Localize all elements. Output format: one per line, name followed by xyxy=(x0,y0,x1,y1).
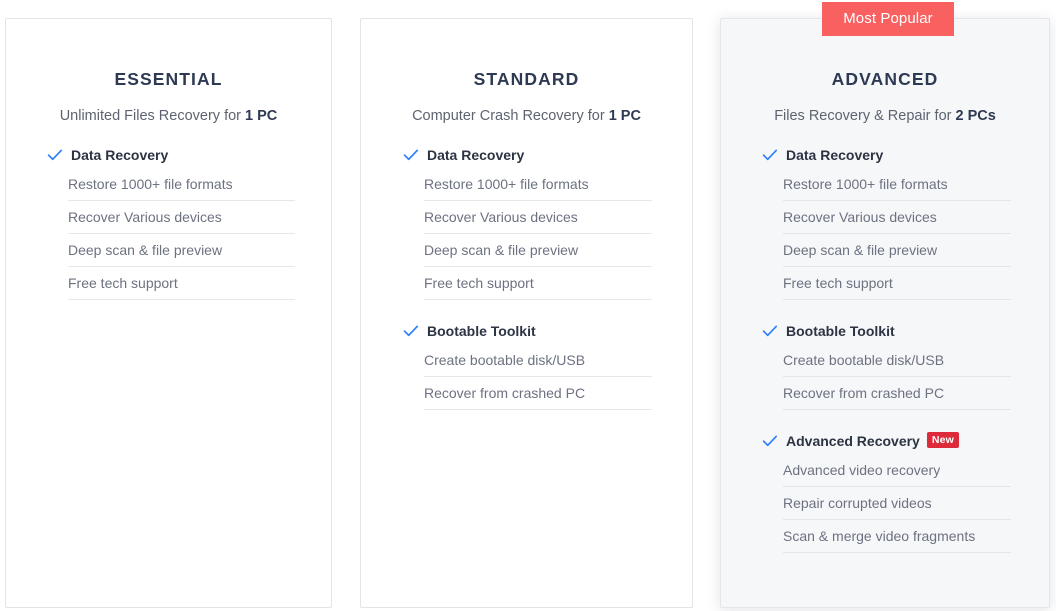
feature-group-label: Data Recovery xyxy=(427,147,525,163)
new-badge: New xyxy=(926,432,960,448)
feature-item: Free tech support xyxy=(68,267,295,300)
check-icon xyxy=(403,147,419,163)
check-icon xyxy=(762,323,778,339)
feature-group-header: Advanced Recovery New xyxy=(721,428,1049,454)
feature-item: Recover Various devices xyxy=(68,201,295,234)
feature-group-label: Advanced Recovery xyxy=(786,433,920,449)
feature-group-label: Data Recovery xyxy=(786,147,884,163)
feature-item: Deep scan & file preview xyxy=(68,234,295,267)
feature-group: Data Recovery Restore 1000+ file formats R… xyxy=(721,142,1049,300)
plan-subtitle: Computer Crash Recovery for 1 PC xyxy=(361,108,692,124)
feature-group-header: Data Recovery xyxy=(361,142,692,168)
check-icon xyxy=(762,433,778,449)
feature-group: Bootable Toolkit Create bootable disk/USB… xyxy=(361,318,692,410)
feature-groups: Data Recovery Restore 1000+ file formats R… xyxy=(721,142,1049,553)
plan-subtitle-text: Computer Crash Recovery for xyxy=(412,108,609,124)
feature-item: Free tech support xyxy=(424,267,652,300)
feature-item: Restore 1000+ file formats xyxy=(68,168,295,201)
feature-item: Restore 1000+ file formats xyxy=(783,168,1011,201)
feature-group: Bootable Toolkit Create bootable disk/USB… xyxy=(721,318,1049,410)
check-icon xyxy=(47,147,63,163)
feature-item: Scan & merge video fragments xyxy=(783,520,1011,553)
feature-groups: Data Recovery Restore 1000+ file formats R… xyxy=(6,142,331,300)
feature-group: Data Recovery Restore 1000+ file formats R… xyxy=(361,142,692,300)
feature-item: Recover from crashed PC xyxy=(424,377,652,410)
feature-item: Create bootable disk/USB xyxy=(424,344,652,377)
plan-subtitle-devices: 1 PC xyxy=(245,108,278,124)
plan-subtitle-text: Files Recovery & Repair for xyxy=(774,108,956,124)
feature-group-header: Data Recovery xyxy=(6,142,331,168)
feature-item: Deep scan & file preview xyxy=(424,234,652,267)
plan-title: ADVANCED xyxy=(831,69,939,89)
check-icon xyxy=(762,147,778,163)
feature-item: Restore 1000+ file formats xyxy=(424,168,652,201)
check-icon xyxy=(403,323,419,339)
plan-subtitle: Files Recovery & Repair for 2 PCs xyxy=(721,108,1049,124)
plan-title: ESSENTIAL xyxy=(114,69,223,89)
feature-group-label: Bootable Toolkit xyxy=(786,323,895,339)
feature-group-label: Data Recovery xyxy=(71,147,169,163)
feature-group-header: Data Recovery xyxy=(721,142,1049,168)
feature-item: Recover Various devices xyxy=(783,201,1011,234)
plan-subtitle-text: Unlimited Files Recovery for xyxy=(59,108,246,124)
feature-item: Create bootable disk/USB xyxy=(783,344,1011,377)
feature-item: Free tech support xyxy=(783,267,1011,300)
feature-group-header: Bootable Toolkit xyxy=(361,318,692,344)
feature-groups: Data Recovery Restore 1000+ file formats R… xyxy=(361,142,692,410)
pricing-card-standard[interactable]: STANDARD Computer Crash Recovery for 1 PC… xyxy=(360,18,693,608)
most-popular-badge: Most Popular xyxy=(822,2,954,36)
pricing-card-essential[interactable]: ESSENTIAL Unlimited Files Recovery for 1 … xyxy=(5,18,332,608)
feature-group-label: Bootable Toolkit xyxy=(427,323,536,339)
feature-group: Advanced Recovery New Advanced video recov… xyxy=(721,428,1049,553)
plan-subtitle: Unlimited Files Recovery for 1 PC xyxy=(6,108,331,124)
pricing-card-advanced[interactable]: ADVANCED Files Recovery & Repair for 2 PC… xyxy=(720,18,1050,608)
plan-title: STANDARD xyxy=(473,69,580,89)
feature-group-header: Bootable Toolkit xyxy=(721,318,1049,344)
feature-item: Deep scan & file preview xyxy=(783,234,1011,267)
pricing-cards-row: ESSENTIAL Unlimited Files Recovery for 1 … xyxy=(0,0,1056,611)
plan-subtitle-devices: 1 PC xyxy=(608,108,641,124)
feature-item: Recover Various devices xyxy=(424,201,652,234)
feature-item: Advanced video recovery xyxy=(783,454,1011,487)
feature-item: Recover from crashed PC xyxy=(783,377,1011,410)
feature-item: Repair corrupted videos xyxy=(783,487,1011,520)
plan-subtitle-devices: 2 PCs xyxy=(955,108,996,124)
pricing-plans-section: ESSENTIAL Unlimited Files Recovery for 1 … xyxy=(0,0,1056,611)
feature-group: Data Recovery Restore 1000+ file formats R… xyxy=(6,142,331,300)
